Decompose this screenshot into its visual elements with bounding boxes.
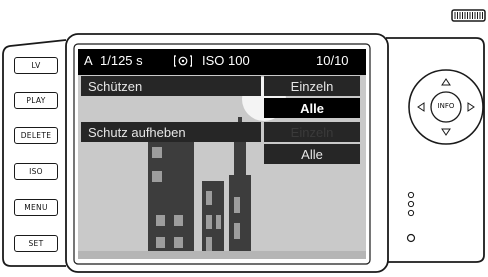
camera-back-illustration: LV PLAY DELETE ISO MENU SET INFO A 1/125… (0, 0, 488, 277)
iso-button[interactable]: ISO (14, 163, 58, 180)
protect-option-single[interactable]: Einzeln (264, 76, 360, 96)
speaker-holes-icon (407, 191, 415, 217)
status-led-icon (406, 233, 416, 243)
iso-value: ISO 100 (202, 53, 250, 68)
image-count: 10/10 (316, 53, 349, 68)
lcd-screen: A 1/125 s ISO 100 10/10 Schützen Einzeln… (78, 49, 366, 259)
unprotect-option-all[interactable]: Alle (264, 144, 360, 164)
metering-icon (174, 55, 192, 67)
play-button[interactable]: PLAY (14, 92, 58, 109)
shutter-speed: 1/125 s (100, 53, 143, 68)
menu-item-unprotect[interactable]: Schutz aufheben (81, 122, 261, 142)
info-button[interactable]: INFO (433, 102, 459, 110)
menu-item-protect[interactable]: Schützen (81, 76, 261, 96)
set-button[interactable]: SET (14, 235, 58, 252)
status-bar: A 1/125 s ISO 100 10/10 (78, 49, 366, 74)
protect-option-all[interactable]: Alle (264, 98, 360, 118)
thumbwheel-icon (451, 9, 486, 22)
exposure-mode: A (84, 53, 93, 68)
menu-button[interactable]: MENU (14, 199, 58, 216)
delete-button[interactable]: DELETE (14, 127, 58, 144)
unprotect-option-single: Einzeln (264, 122, 360, 142)
lv-button[interactable]: LV (14, 57, 58, 74)
